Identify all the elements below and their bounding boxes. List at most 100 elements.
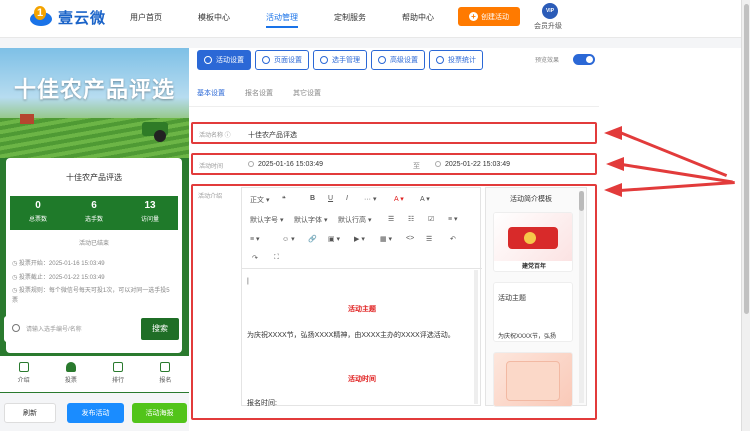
chart-icon: [436, 56, 444, 64]
nav-custom-service[interactable]: 定制服务: [334, 12, 366, 23]
template-card-party[interactable]: 建党百年: [493, 212, 573, 272]
template-panel-title: 活动简介模板: [510, 196, 552, 203]
brand-name: 壹云微: [58, 9, 107, 27]
search-icon: [12, 324, 20, 332]
vip-upgrade[interactable]: VIP 会员升级: [534, 3, 564, 31]
nav-activity-management[interactable]: 活动管理: [266, 12, 298, 28]
tab-signup[interactable]: 报名: [142, 356, 189, 392]
code-icon[interactable]: <>: [406, 235, 414, 242]
nav-user-home[interactable]: 用户首页: [130, 12, 162, 23]
mobile-preview: 十佳农产品评选 十佳农产品评选 0 总票数 6 选手数 13 访问量 活动已结束 ◷ …: [0, 48, 189, 431]
start-time-field[interactable]: 2025-01-16 15:03:49: [248, 161, 323, 168]
font-color-dropdown[interactable]: A ▾: [394, 195, 404, 203]
barn-image: [20, 114, 34, 124]
nav-template-center[interactable]: 模板中心: [198, 12, 230, 23]
stat-contestants: 6 选手数: [84, 200, 103, 223]
refresh-button[interactable]: 刷新: [4, 403, 56, 423]
vip-badge-icon: VIP: [542, 3, 558, 19]
redo-icon[interactable]: ↷: [252, 254, 258, 262]
end-time-field[interactable]: 2025-01-22 15:03:49: [435, 161, 510, 168]
font-size-dropdown[interactable]: 默认字号 ▾: [250, 215, 283, 225]
phone-screen: 十佳农产品评选 十佳农产品评选 0 总票数 6 选手数 13 访问量 活动已结束 ◷ …: [0, 48, 189, 393]
undo-icon[interactable]: ↶: [450, 235, 456, 243]
tab-vote[interactable]: 投票: [47, 356, 94, 392]
activity-name-field[interactable]: 十佳农产品评选: [248, 130, 297, 140]
bold-button[interactable]: B: [310, 195, 315, 202]
banner-title: 十佳农产品评选: [13, 77, 175, 103]
ranking-icon: [113, 362, 124, 372]
tab-activity-settings[interactable]: 活动设置: [197, 50, 251, 70]
publish-button[interactable]: 发布活动: [67, 403, 124, 423]
image-dropdown[interactable]: ▣ ▾: [328, 235, 340, 243]
stat-visits: 13 访问量: [140, 200, 159, 223]
rich-text-editor[interactable]: 正文 ▾ ❝ B U I ··· ▾ A ▾ A ▾ 默认字号 ▾ 默认字体 ▾…: [241, 187, 482, 407]
time-separator: 至: [413, 163, 420, 170]
template-card-theme-text: 为庆祝XXXX节，弘扬: [498, 334, 557, 340]
logo[interactable]: 1 壹云微: [30, 6, 106, 28]
tab-ranking[interactable]: 排行: [95, 356, 142, 392]
font-family-dropdown[interactable]: 默认字体 ▾: [294, 215, 327, 225]
video-dropdown[interactable]: ▶ ▾: [354, 235, 365, 243]
table-dropdown[interactable]: ▦ ▾: [380, 235, 392, 243]
clock-icon: [248, 161, 254, 167]
template-panel: 活动简介模板 建党百年 活动主题 为庆祝XXXX节，弘扬: [485, 187, 587, 407]
editor-cursor: |: [247, 278, 249, 285]
subtab-other[interactable]: 其它设置: [293, 88, 321, 98]
intro-icon: [18, 362, 29, 372]
template-card-party-text: 建党百年: [521, 264, 546, 270]
editor-body-theme: 为庆祝XXXX节，弘扬XXXX精神，由XXXX主办的XXXX评选活动。: [247, 332, 455, 339]
subtab-signup[interactable]: 报名设置: [245, 88, 273, 98]
numbered-list-icon[interactable]: ☷: [408, 215, 414, 223]
background-color-dropdown[interactable]: A ▾: [420, 195, 430, 203]
highlight-time-row: 活动时间 2025-01-16 15:03:49 至 2025-01-22 15…: [191, 153, 597, 175]
fullscreen-icon[interactable]: ⛶: [274, 254, 279, 262]
template-card-theme-title: 活动主题: [498, 295, 526, 302]
search-button[interactable]: 搜索: [141, 318, 179, 340]
editor-heading-theme: 活动主题: [348, 306, 376, 313]
preview-effect-label: 预览效果: [535, 58, 560, 64]
intro-label: 活动介绍: [198, 194, 223, 200]
create-activity-button[interactable]: + 创建活动: [458, 7, 520, 26]
subtab-basic[interactable]: 基本设置: [197, 88, 225, 98]
editor-heading-time: 活动时间: [348, 376, 376, 383]
template-scrollbar[interactable]: [579, 191, 584, 403]
todo-icon[interactable]: ☑: [428, 215, 434, 223]
nav-help-center[interactable]: 帮助中心: [402, 12, 434, 23]
editor-scrollbar[interactable]: [474, 270, 478, 404]
settings-panel: 活动设置 页面设置 选手管理 高级设置 投票统计 预览效果 基本设置 报名设置 …: [189, 48, 741, 431]
tab-advanced-settings[interactable]: 高级设置: [371, 50, 425, 70]
tractor-image: [142, 122, 168, 142]
poster-button[interactable]: 活动海报: [132, 403, 187, 423]
highlight-name-row: 活动名称 ⓘ 十佳农产品评选: [191, 122, 597, 144]
page-scrollbar[interactable]: [741, 0, 750, 431]
divider-icon[interactable]: ☰: [426, 235, 432, 243]
template-card-theme[interactable]: 活动主题 为庆祝XXXX节，弘扬: [493, 282, 573, 342]
tab-vote-statistics[interactable]: 投票统计: [429, 50, 483, 70]
more-dropdown[interactable]: ··· ▾: [364, 195, 376, 203]
tab-page-settings[interactable]: 页面设置: [255, 50, 309, 70]
emoji-dropdown[interactable]: ☺ ▾: [282, 235, 295, 243]
vote-end-text: ◷ 投票截止：2025-01-22 15:03:49: [12, 275, 105, 281]
tab-intro[interactable]: 介绍: [0, 356, 47, 392]
line-height-dropdown[interactable]: 默认行高 ▾: [338, 215, 371, 225]
format-dropdown[interactable]: 正文 ▾: [250, 195, 269, 205]
bullet-list-icon[interactable]: ☰: [388, 215, 394, 223]
italic-button[interactable]: I: [346, 195, 348, 202]
settings-icon: [204, 56, 212, 64]
indent-dropdown[interactable]: ≡ ▾: [250, 235, 260, 243]
clock-icon: ◷: [12, 288, 19, 294]
tab-contestant-management[interactable]: 选手管理: [313, 50, 367, 70]
vote-start-text: ◷ 投票开始：2025-01-16 15:03:49: [12, 261, 105, 267]
underline-button[interactable]: U: [328, 195, 333, 202]
logo-icon: 1: [30, 6, 54, 28]
stats-panel: 0 总票数 6 选手数 13 访问量: [10, 196, 178, 230]
preview-effect-toggle[interactable]: [573, 54, 595, 65]
top-navbar: 1 壹云微 用户首页 模板中心 活动管理 定制服务 帮助中心 + 创建活动 VI…: [0, 0, 741, 38]
gear-icon: [262, 56, 270, 64]
link-icon[interactable]: 🔗: [308, 235, 317, 243]
quote-icon[interactable]: ❝: [282, 195, 286, 203]
clock-icon: ◷: [12, 275, 19, 281]
align-dropdown[interactable]: ≡ ▾: [448, 215, 458, 223]
search-input[interactable]: 请输入选手编号/名称: [26, 324, 82, 333]
template-card-festive[interactable]: [493, 352, 573, 407]
